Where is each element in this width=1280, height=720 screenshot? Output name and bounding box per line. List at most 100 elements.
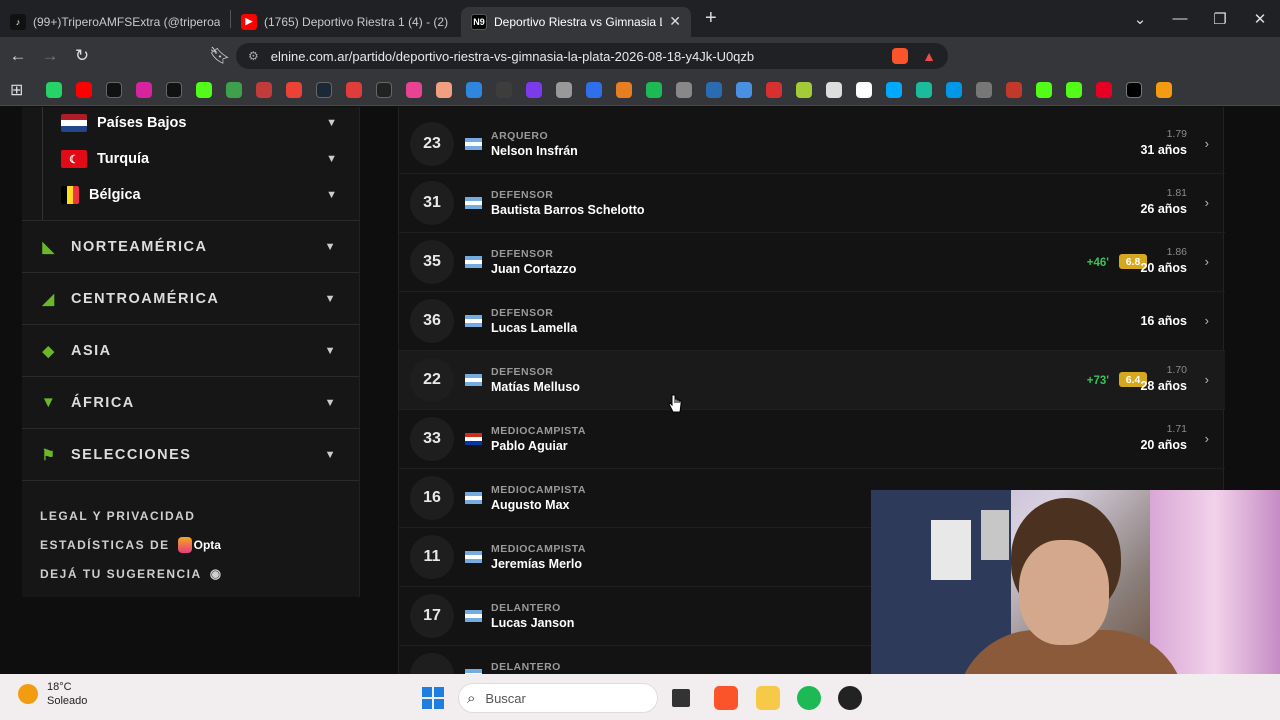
brave-browser-icon[interactable] (714, 686, 738, 710)
bookmark-icon[interactable] (226, 82, 242, 98)
whatsapp-icon[interactable] (46, 82, 62, 98)
player-row[interactable]: 23 ARQUERO Nelson Insfrán 1.79 31 años › (399, 115, 1225, 174)
task-view-icon[interactable] (672, 689, 690, 707)
country-item-netherlands[interactable]: Países Bajos ▼ (43, 107, 359, 141)
legal-link[interactable]: LEGAL Y PRIVACIDAD (40, 501, 341, 530)
browser-tab-active[interactable]: N9 Deportivo Riestra vs Gimnasia La ✕ (461, 6, 691, 37)
apps-grid-icon[interactable]: ⊞ (10, 80, 26, 100)
chevron-down-icon[interactable]: ▼ (326, 117, 337, 129)
country-item-turkey[interactable]: ☾ Turquía ▼ (43, 141, 359, 177)
spotify-icon[interactable] (797, 686, 821, 710)
player-name: Nelson Insfrán (491, 144, 578, 158)
bookmark-icon[interactable] (616, 82, 632, 98)
youtube-bookmark-icon[interactable] (76, 82, 92, 98)
instagram-icon[interactable] (136, 82, 152, 98)
brave-rewards-icon[interactable]: ▲ (922, 48, 936, 64)
back-icon[interactable]: ← (4, 46, 32, 66)
suggestion-link[interactable]: DEJÁ TU SUGERENCIA ◉ (40, 559, 341, 588)
bookmark-icon[interactable] (526, 82, 542, 98)
pinterest-icon[interactable] (1096, 82, 1112, 98)
shirt-number: 11 (410, 535, 454, 579)
chevron-right-icon: › (1204, 195, 1209, 210)
chevron-down-icon[interactable]: ▼ (325, 293, 337, 305)
weather-condition: Soleado (47, 695, 88, 707)
bookmark-icon[interactable] (586, 82, 602, 98)
bookmark-icon[interactable] (1126, 82, 1142, 98)
player-row[interactable]: 22 DEFENSOR Matías Melluso +73' 6.4 1.70… (399, 351, 1225, 410)
restore-icon[interactable]: ❐ (1200, 10, 1240, 28)
site-info-icon[interactable]: ⚙ (248, 49, 259, 63)
obs-icon[interactable] (838, 686, 862, 710)
region-africa[interactable]: ▼ ÁFRICA ▼ (22, 376, 359, 428)
browser-tab-bar: ♪ (99+)TriperoAMFSExtra (@triperoamf ▶ (… (0, 0, 1280, 37)
windows-start-icon[interactable] (422, 687, 444, 709)
webcam-person-face (1019, 540, 1109, 645)
bookmark-icon[interactable] (976, 82, 992, 98)
browser-tab[interactable]: ▶ (1765) Deportivo Riestra 1 (4) - (2) 1 (231, 7, 461, 37)
bookmark-icon[interactable] (436, 82, 452, 98)
taskbar-search[interactable]: ⌕ Buscar (458, 683, 658, 713)
bookmark-icon[interactable] (826, 82, 842, 98)
argentina-flag-icon (465, 256, 482, 268)
bookmark-icon[interactable] (916, 82, 932, 98)
bookmark-icon[interactable] (376, 82, 392, 98)
tiktok-bookmark-icon[interactable] (106, 82, 122, 98)
region-central-america[interactable]: ◢ CENTROAMÉRICA ▼ (22, 272, 359, 324)
bookmark-icon[interactable] (796, 82, 812, 98)
region-asia[interactable]: ◆ ASIA ▼ (22, 324, 359, 376)
file-explorer-icon[interactable] (756, 686, 780, 710)
bookmark-icon[interactable] (706, 82, 722, 98)
chevron-down-icon[interactable]: ▼ (325, 345, 337, 357)
x-icon[interactable] (166, 82, 182, 98)
region-north-america[interactable]: ◣ NORTEAMÉRICA ▼ (22, 220, 359, 272)
country-item-belgium[interactable]: Bélgica ▼ (43, 177, 359, 213)
search-icon: ⌕ (467, 689, 476, 707)
url-bar[interactable]: ⚙ elnine.com.ar/partido/deportivo-riestr… (236, 43, 948, 69)
steam-icon[interactable] (316, 82, 332, 98)
player-row[interactable]: 36 DEFENSOR Lucas Lamella 16 años › (399, 292, 1225, 351)
reload-icon[interactable]: ↻ (68, 46, 96, 66)
bookmark-icon[interactable] (766, 82, 782, 98)
weather-widget[interactable]: 18°C Soleado (18, 680, 87, 708)
bookmark-icon[interactable] (856, 82, 872, 98)
tab-list-icon[interactable]: ⌄ (1120, 10, 1160, 28)
bookmark-icon[interactable] (946, 82, 962, 98)
gmail-icon[interactable] (286, 82, 302, 98)
player-row[interactable]: 31 DEFENSOR Bautista Barros Schelotto 1.… (399, 174, 1225, 233)
minimize-icon[interactable]: — (1160, 10, 1200, 27)
player-name: Jeremías Merlo (491, 557, 583, 571)
bookmark-icon[interactable]: 🔖︎ (206, 46, 234, 66)
close-window-icon[interactable]: ✕ (1240, 10, 1280, 28)
bookmark-icon[interactable] (736, 82, 752, 98)
brave-shield-icon[interactable] (892, 48, 908, 64)
bookmark-icon[interactable] (466, 82, 482, 98)
kick-icon[interactable] (1036, 82, 1052, 98)
kick-icon[interactable] (196, 82, 212, 98)
bookmark-icon[interactable] (676, 82, 692, 98)
bookmark-icon[interactable] (256, 82, 272, 98)
bookmark-icon[interactable] (886, 82, 902, 98)
stats-link[interactable]: ESTADÍSTICAS DE Opta (40, 530, 341, 559)
stats-icon[interactable] (346, 82, 362, 98)
new-tab-button[interactable]: + (705, 7, 717, 30)
player-row[interactable]: 33 MEDIOCAMPISTA Pablo Aguiar 1.71 20 añ… (399, 410, 1225, 469)
bookmark-icon[interactable] (1156, 82, 1172, 98)
browser-tab[interactable]: ♪ (99+)TriperoAMFSExtra (@triperoamf (0, 7, 230, 37)
player-row[interactable]: 35 DEFENSOR Juan Cortazzo +46' 6.8 1.86 … (399, 233, 1225, 292)
chevron-down-icon[interactable]: ▼ (325, 241, 337, 253)
chevron-down-icon[interactable]: ▼ (326, 153, 337, 165)
chevron-down-icon[interactable]: ▼ (326, 189, 337, 201)
forward-icon[interactable]: → (36, 46, 64, 66)
player-height: 1.71 (1166, 423, 1187, 435)
close-tab-icon[interactable]: ✕ (669, 13, 681, 30)
player-position: DEFENSOR (491, 307, 554, 319)
kick-icon[interactable] (1066, 82, 1082, 98)
bookmark-icon[interactable] (556, 82, 572, 98)
chevron-down-icon[interactable]: ▼ (325, 397, 337, 409)
bookmark-icon[interactable] (406, 82, 422, 98)
region-national-teams[interactable]: ⚑ SELECCIONES ▼ (22, 428, 359, 480)
bookmark-icon[interactable] (496, 82, 512, 98)
bookmark-icon[interactable] (646, 82, 662, 98)
bookmark-icon[interactable] (1006, 82, 1022, 98)
chevron-down-icon[interactable]: ▼ (325, 449, 337, 461)
